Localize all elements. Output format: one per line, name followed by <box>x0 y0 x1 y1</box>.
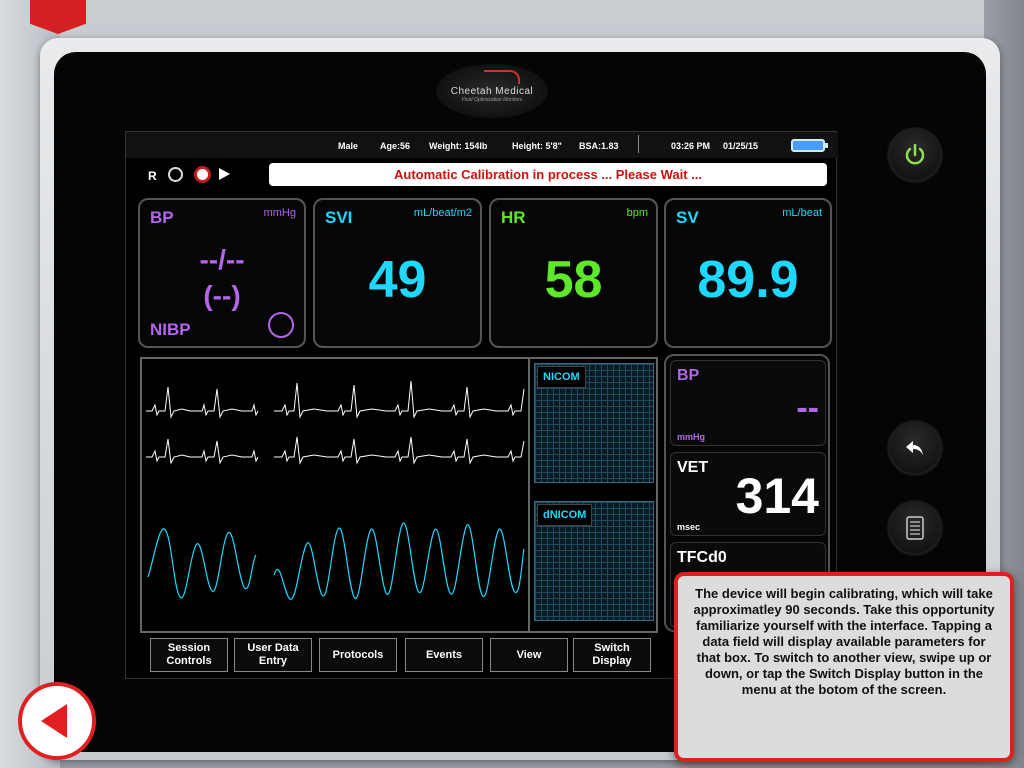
menu-label: Session <box>167 642 211 654</box>
patient-height: Height: 5'8" <box>512 141 562 151</box>
header-divider <box>638 135 639 153</box>
logo-mark-icon <box>484 70 520 84</box>
menu-label: View <box>516 648 542 661</box>
tile-svi[interactable]: SVI mL/beat/m2 49 <box>313 198 482 348</box>
tile-bp-value: --/-- <box>199 244 245 275</box>
tile-hr-label: HR <box>501 208 526 227</box>
tile-sv[interactable]: SV mL/beat 89.9 <box>664 198 832 348</box>
clock-date: 01/25/15 <box>723 141 759 151</box>
tile-bp-unit: mmHg <box>263 207 296 219</box>
tile-hr-value: 58 <box>544 251 603 309</box>
clock-time: 03:26 PM <box>671 141 711 151</box>
nibp-start-icon[interactable] <box>268 312 294 338</box>
view-button[interactable]: View <box>490 638 568 672</box>
dnicom-label: dNICOM <box>537 504 593 526</box>
side-vet-unit: msec <box>677 522 701 532</box>
tile-svi-unit: mL/beat/m2 <box>413 207 472 219</box>
back-button[interactable] <box>888 421 942 475</box>
status-message: Automatic Calibration in process ... Ple… <box>269 163 827 186</box>
side-bp-label: BP <box>677 367 700 384</box>
notes-button[interactable] <box>888 501 942 555</box>
protocols-button[interactable]: Protocols <box>319 638 397 672</box>
side-vet-box[interactable]: VET 314 msec <box>670 452 826 536</box>
left-triangle-icon <box>41 704 67 738</box>
impedance-traces <box>147 522 525 600</box>
tile-bp-mean: (--) <box>203 280 241 311</box>
menu-label: Entry <box>258 655 288 667</box>
ecg-trace-1 <box>146 386 259 419</box>
tile-svi-label: SVI <box>325 208 353 227</box>
tile-sv-label: SV <box>676 208 699 227</box>
side-vet-value: 314 <box>735 468 819 524</box>
side-vet-label: VET <box>677 459 709 476</box>
patient-gender: Male <box>338 141 359 151</box>
side-bp-unit: mmHg <box>677 432 706 442</box>
nicom-label: NICOM <box>537 366 586 388</box>
side-bp-box[interactable]: BP -- mmHg <box>670 360 826 446</box>
tile-bp-label: BP <box>150 208 174 227</box>
tile-svi-value: 49 <box>368 251 427 309</box>
notes-icon <box>906 516 924 540</box>
ecg-trace-2 <box>274 380 525 419</box>
patient-age: Age:56 <box>380 141 411 151</box>
side-bp-value: -- <box>796 389 819 427</box>
menu-label: Switch <box>594 642 630 654</box>
waveform-traces <box>146 380 525 600</box>
menu-label: Protocols <box>332 648 384 661</box>
power-button[interactable] <box>888 128 942 182</box>
patient-weight: Weight: 154lb <box>429 141 488 151</box>
play-icon[interactable] <box>219 168 230 180</box>
record-icon[interactable] <box>194 166 211 183</box>
ecg-traces <box>146 380 525 465</box>
cheetah-logo: Cheetah Medical Fluid Optimization Monit… <box>436 64 548 118</box>
waveform-divider <box>528 359 530 631</box>
tile-bp-mode: NIBP <box>150 320 191 339</box>
tile-sv-value: 89.9 <box>697 251 799 309</box>
tutorial-back-button[interactable] <box>18 682 96 760</box>
patient-header: Male Age:56 Weight: 154lb Height: 5'8" B… <box>126 132 838 158</box>
tutorial-tooltip: The device will begin calibrating, which… <box>674 572 1014 762</box>
menu-label: Events <box>425 648 463 661</box>
tile-hr[interactable]: HR bpm 58 <box>489 198 658 348</box>
power-icon <box>905 143 925 165</box>
impedance-trace-2 <box>273 522 525 600</box>
nicom-graph[interactable]: NICOM <box>534 363 654 483</box>
menu-label: Controls <box>166 655 212 667</box>
ecg-trace-3 <box>146 438 259 465</box>
reset-button[interactable]: R <box>148 169 157 183</box>
battery-icon <box>791 139 828 152</box>
tile-hr-unit: bpm <box>626 207 648 219</box>
dnicom-graph[interactable]: dNICOM <box>534 501 654 621</box>
user-data-entry-button[interactable]: User Data Entry <box>234 638 312 672</box>
session-controls-button[interactable]: Session Controls <box>150 638 228 672</box>
menu-label: Display <box>592 655 632 667</box>
patient-bsa: BSA:1.83 <box>579 141 619 151</box>
back-arrow-icon <box>906 441 923 455</box>
tile-bp[interactable]: BP mmHg --/-- (--) NIBP <box>138 198 306 348</box>
logo-brand: Cheetah Medical <box>450 86 534 97</box>
stop-icon[interactable] <box>168 167 183 182</box>
side-tfc-label: TFCd0 <box>677 549 727 566</box>
ecg-trace-4 <box>274 436 525 465</box>
waveform-panel[interactable]: NICOM dNICOM <box>140 357 658 633</box>
impedance-trace-1 <box>147 528 257 599</box>
tooltip-text: The device will begin calibrating, which… <box>693 586 995 697</box>
switch-display-button[interactable]: Switch Display <box>573 638 651 672</box>
tile-sv-unit: mL/beat <box>782 207 822 219</box>
events-button[interactable]: Events <box>405 638 483 672</box>
menu-label: User Data <box>247 642 299 654</box>
logo-tagline: Fluid Optimization Monitors <box>461 97 523 103</box>
